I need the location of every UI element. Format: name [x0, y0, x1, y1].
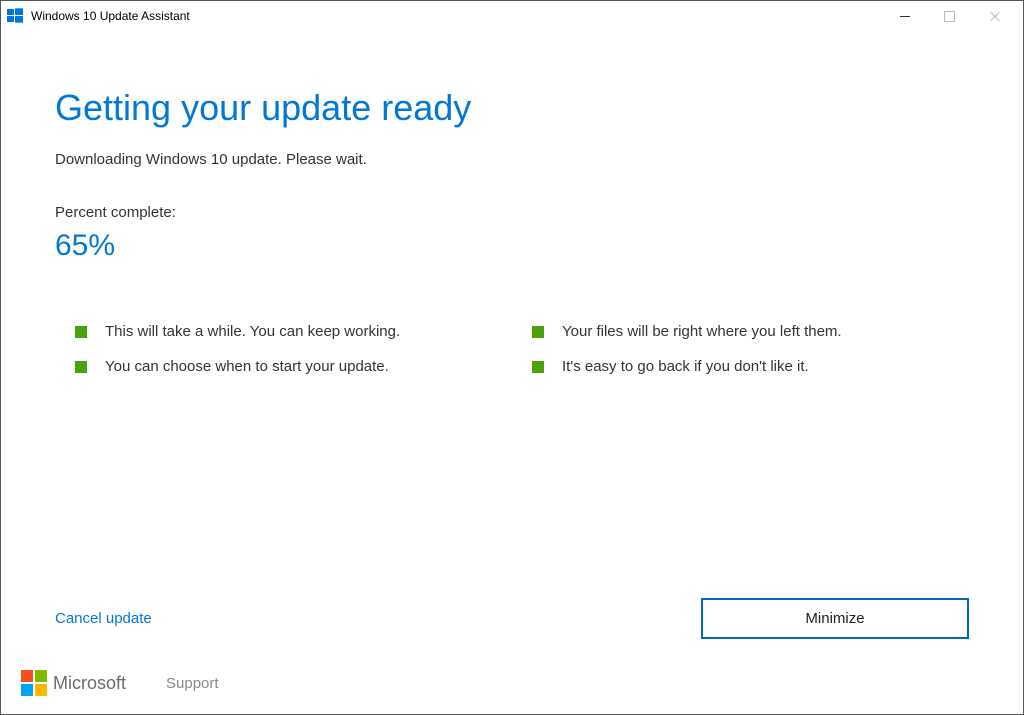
square-bullet-icon	[75, 326, 87, 338]
window-minimize-button[interactable]	[882, 1, 927, 31]
square-bullet-icon	[532, 361, 544, 373]
window-controls	[882, 1, 1017, 31]
footer: Microsoft Support	[21, 670, 1003, 696]
minimize-button[interactable]: Minimize	[701, 598, 969, 639]
square-bullet-icon	[75, 361, 87, 373]
bullet-text: Your files will be right where you left …	[562, 323, 842, 340]
window-close-button	[972, 1, 1017, 31]
bullet-text: This will take a while. You can keep wor…	[105, 323, 400, 340]
main-content: Getting your update ready Downloading Wi…	[1, 31, 1023, 375]
square-bullet-icon	[532, 326, 544, 338]
windows-logo-icon	[7, 8, 23, 24]
window-title: Windows 10 Update Assistant	[31, 9, 882, 23]
percent-complete-label: Percent complete:	[55, 204, 969, 221]
bullet-item: You can choose when to start your update…	[75, 358, 512, 375]
page-title: Getting your update ready	[55, 87, 969, 129]
support-link[interactable]: Support	[166, 675, 219, 692]
action-row: Cancel update Minimize	[55, 598, 969, 639]
cancel-update-link[interactable]: Cancel update	[55, 610, 152, 627]
microsoft-logo-icon	[21, 670, 47, 696]
bullet-item: It's easy to go back if you don't like i…	[532, 358, 969, 375]
bullet-item: Your files will be right where you left …	[532, 323, 969, 340]
titlebar: Windows 10 Update Assistant	[1, 1, 1023, 31]
bullet-text: It's easy to go back if you don't like i…	[562, 358, 809, 375]
microsoft-logo: Microsoft	[21, 670, 126, 696]
bullet-text: You can choose when to start your update…	[105, 358, 389, 375]
microsoft-brand-text: Microsoft	[53, 673, 126, 694]
window-maximize-button	[927, 1, 972, 31]
bullet-item: This will take a while. You can keep wor…	[75, 323, 512, 340]
bullet-grid: This will take a while. You can keep wor…	[55, 323, 969, 375]
percent-complete-value: 65%	[55, 229, 969, 263]
subtitle-text: Downloading Windows 10 update. Please wa…	[55, 151, 969, 168]
